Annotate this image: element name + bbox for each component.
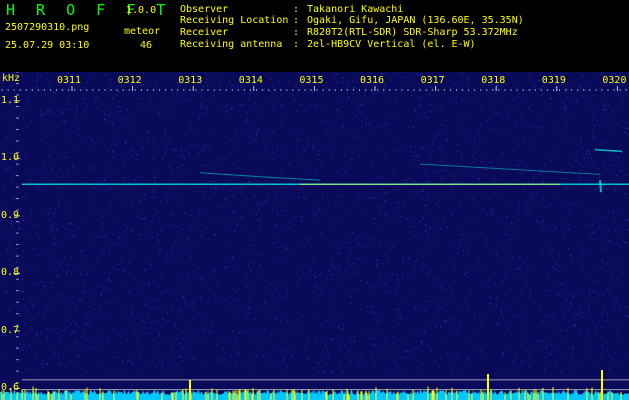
info-label: Receiving Location — [180, 15, 289, 26]
info-colon: : — [293, 15, 300, 26]
info-label: Receiver — [180, 27, 229, 38]
freq-tick-label: 0.6 — [1, 382, 20, 394]
background-noise — [0, 72, 629, 374]
time-tick-label: 0315 — [299, 75, 324, 86]
info-label: Observer — [180, 4, 229, 15]
info-value: 2el-HB9CV Vertical (el. E-W) — [307, 39, 476, 50]
date-time: 25.07.29 03:10 — [5, 40, 90, 51]
time-tick-label: 0311 — [57, 75, 82, 86]
freq-tick-label: 0.9 — [1, 209, 20, 221]
freq-tick-label: 0.7 — [1, 324, 20, 336]
info-value: R820T2(RTL-SDR) SDR-Sharp 53.372MHz — [307, 27, 518, 38]
noise-band — [0, 390, 629, 400]
meteor-count: 46 — [140, 40, 153, 51]
time-tick-label: 0317 — [420, 75, 445, 86]
freq-tick-label: 1.0 — [1, 152, 20, 164]
app-version: 1.0.0 — [126, 5, 157, 16]
time-tick-label: 0314 — [238, 75, 263, 86]
time-tick-label: 0319 — [541, 75, 566, 86]
meteor-echo — [594, 148, 623, 153]
header-panel: H R O F F T 1.0.0 2507290310.png meteor … — [0, 0, 629, 72]
freq-tick-label: 1.1 — [1, 94, 20, 106]
time-tick-label: 0318 — [481, 75, 506, 86]
info-colon: : — [293, 27, 300, 38]
info-colon: : — [293, 4, 300, 15]
time-tick-label: 0313 — [178, 75, 203, 86]
file-name: 2507290310.png — [5, 22, 90, 33]
info-colon: : — [293, 39, 300, 50]
time-tick-label: 0316 — [360, 75, 385, 86]
meteor-echo — [599, 180, 602, 193]
freq-tick-label: 0.8 — [1, 267, 20, 279]
info-row-observer: Observer: Takanori Kawachi — [180, 4, 403, 15]
info-row-antenna: Receiving antenna:2el-HB9CV Vertical (el… — [180, 39, 476, 50]
spectrogram-plot: kHz 0311 0312 0313 0314 0315 0316 0317 0318 0319… — [0, 72, 629, 400]
spectrogram-canvas — [0, 72, 629, 400]
info-value: Takanori Kawachi — [307, 4, 404, 15]
meteor-echo — [199, 172, 321, 181]
info-value: Ogaki, Gifu, JAPAN (136.60E, 35.35N) — [307, 15, 524, 26]
info-row-receiver: Receiver: R820T2(RTL-SDR) SDR-Sharp 53.37… — [180, 27, 518, 38]
meteor-label: meteor — [124, 26, 161, 37]
meteor-echo — [419, 163, 601, 175]
info-row-location: Receiving Location: Ogaki, Gifu, JAPAN (1… — [180, 15, 524, 26]
time-tick-label: 0312 — [117, 75, 142, 86]
info-label: Receiving antenna — [180, 39, 283, 50]
time-tick-label: 0320 — [602, 75, 627, 86]
y-unit-label: kHz — [2, 73, 21, 84]
